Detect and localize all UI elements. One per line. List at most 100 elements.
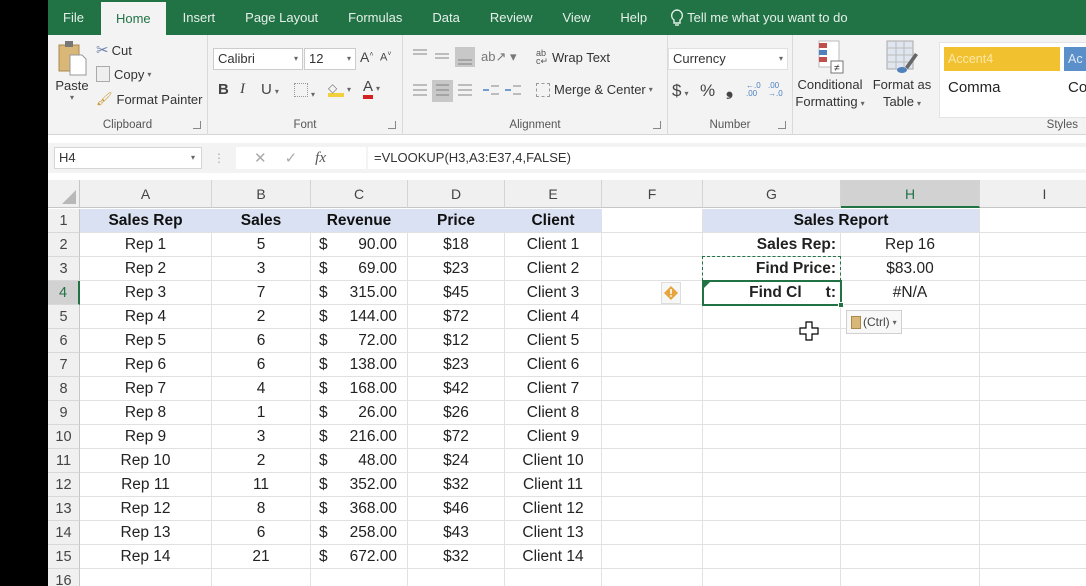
tell-me-search[interactable]: Tell me what you want to do xyxy=(662,0,848,35)
empty-cell[interactable] xyxy=(602,473,703,497)
empty-cell[interactable] xyxy=(703,329,841,353)
decrease-decimal-icon[interactable]: .00 →.0 xyxy=(768,82,783,98)
sales-rep-cell[interactable]: Rep 14 xyxy=(80,545,212,569)
empty-cell[interactable] xyxy=(841,425,980,449)
decrease-font-icon[interactable]: A˅ xyxy=(380,51,391,64)
row-header-5[interactable]: 5 xyxy=(48,305,80,329)
paste-options-button[interactable]: (Ctrl) ▾ xyxy=(846,310,902,334)
empty-cell[interactable] xyxy=(602,305,703,329)
row-header-11[interactable]: 11 xyxy=(48,449,80,473)
empty-cell[interactable] xyxy=(980,401,1086,425)
empty-cell[interactable] xyxy=(980,521,1086,545)
column-header-d[interactable]: D xyxy=(408,180,505,208)
sales-rep-cell[interactable]: Rep 8 xyxy=(80,401,212,425)
style-comma-next[interactable]: Co xyxy=(1068,79,1086,96)
empty-cell[interactable] xyxy=(980,473,1086,497)
increase-decimal-icon[interactable]: ←.0.00 xyxy=(746,82,761,98)
enter-icon[interactable]: ✓ xyxy=(285,149,298,167)
sales-cell[interactable]: 8 xyxy=(212,497,311,521)
sales-cell[interactable]: 3 xyxy=(212,425,311,449)
client-cell[interactable]: Client 1 xyxy=(505,233,602,257)
empty-cell[interactable] xyxy=(703,425,841,449)
row-header-6[interactable]: 6 xyxy=(48,329,80,353)
font-launcher-icon[interactable] xyxy=(388,121,396,129)
tab-help[interactable]: Help xyxy=(605,0,662,35)
empty-cell[interactable] xyxy=(841,377,980,401)
empty-cell[interactable] xyxy=(703,473,841,497)
empty-cell[interactable] xyxy=(841,497,980,521)
empty-cell[interactable] xyxy=(703,401,841,425)
column-header-a[interactable]: A xyxy=(80,180,212,208)
empty-cell[interactable] xyxy=(602,497,703,521)
sales-rep-cell[interactable]: Rep 5 xyxy=(80,329,212,353)
price-cell[interactable]: $43 xyxy=(408,521,505,545)
sales-cell[interactable]: 5 xyxy=(212,233,311,257)
price-cell[interactable]: $72 xyxy=(408,425,505,449)
empty-cell[interactable] xyxy=(703,377,841,401)
tab-review[interactable]: Review xyxy=(475,0,548,35)
sales-rep-cell[interactable]: Rep 13 xyxy=(80,521,212,545)
client-cell[interactable]: Client 2 xyxy=(505,257,602,281)
sales-cell[interactable]: 4 xyxy=(212,377,311,401)
cell-f1[interactable] xyxy=(602,209,703,233)
sales-cell[interactable]: 2 xyxy=(212,305,311,329)
fill-color-button[interactable]: ◇ ▾ xyxy=(328,80,351,97)
client-cell[interactable]: Client 5 xyxy=(505,329,602,353)
empty-cell[interactable] xyxy=(212,569,311,586)
formula-input[interactable]: =VLOOKUP(H3,A3:E37,4,FALSE) xyxy=(368,147,1086,169)
paste-dropdown-icon[interactable]: ▾ xyxy=(54,93,90,102)
table-header-cell[interactable]: Price xyxy=(408,209,505,233)
price-cell[interactable]: $23 xyxy=(408,353,505,377)
sales-cell[interactable]: 6 xyxy=(212,329,311,353)
tab-view[interactable]: View xyxy=(547,0,605,35)
font-name-combo[interactable]: Calibri ▾ xyxy=(213,48,303,70)
row-header-8[interactable]: 8 xyxy=(48,377,80,401)
empty-cell[interactable] xyxy=(841,521,980,545)
empty-cell[interactable] xyxy=(980,425,1086,449)
revenue-cell[interactable]: $672.00 xyxy=(311,545,408,569)
cell-i1[interactable] xyxy=(980,209,1086,233)
row-header-2[interactable]: 2 xyxy=(48,233,80,257)
client-cell[interactable]: Client 7 xyxy=(505,377,602,401)
client-cell[interactable]: Client 11 xyxy=(505,473,602,497)
empty-cell[interactable] xyxy=(980,377,1086,401)
row-header-12[interactable]: 12 xyxy=(48,473,80,497)
revenue-cell[interactable]: $352.00 xyxy=(311,473,408,497)
revenue-cell[interactable]: $26.00 xyxy=(311,401,408,425)
sales-rep-cell[interactable]: Rep 9 xyxy=(80,425,212,449)
empty-cell[interactable] xyxy=(841,569,980,586)
underline-button[interactable]: U ▾ xyxy=(261,81,279,98)
revenue-cell[interactable]: $48.00 xyxy=(311,449,408,473)
empty-cell[interactable] xyxy=(703,521,841,545)
empty-cell[interactable] xyxy=(602,449,703,473)
client-cell[interactable]: Client 12 xyxy=(505,497,602,521)
row-header-9[interactable]: 9 xyxy=(48,401,80,425)
style-accent4[interactable]: Accent4 xyxy=(944,47,1060,71)
format-painter-button[interactable]: 🖌 Format Painter xyxy=(96,91,203,107)
style-accent-next[interactable]: Ac xyxy=(1064,47,1086,71)
empty-cell[interactable] xyxy=(602,353,703,377)
empty-cell[interactable] xyxy=(980,449,1086,473)
revenue-cell[interactable]: $138.00 xyxy=(311,353,408,377)
empty-cell[interactable] xyxy=(602,377,703,401)
price-cell[interactable]: $12 xyxy=(408,329,505,353)
empty-cell[interactable] xyxy=(980,569,1086,586)
sales-cell[interactable]: 21 xyxy=(212,545,311,569)
horizontal-align-icons[interactable] xyxy=(411,79,541,103)
sales-cell[interactable]: 3 xyxy=(212,257,311,281)
tab-formulas[interactable]: Formulas xyxy=(333,0,417,35)
clipboard-launcher-icon[interactable] xyxy=(193,121,201,129)
empty-cell[interactable] xyxy=(602,233,703,257)
sales-cell[interactable]: 7 xyxy=(212,281,311,305)
report-title[interactable]: Sales Report xyxy=(703,209,980,233)
column-header-g[interactable]: G xyxy=(703,180,841,208)
conditional-formatting-button[interactable]: ≠ Conditional Formatting ▾ xyxy=(795,39,865,112)
fill-handle[interactable] xyxy=(838,302,844,308)
tab-insert[interactable]: Insert xyxy=(168,0,231,35)
increase-font-icon[interactable]: A˄ xyxy=(360,49,373,65)
column-header-b[interactable]: B xyxy=(212,180,311,208)
row-header-3[interactable]: 3 xyxy=(48,257,80,281)
paste-button[interactable]: Paste ▾ xyxy=(54,39,90,102)
empty-cell[interactable] xyxy=(703,569,841,586)
row-header-1[interactable]: 1 xyxy=(48,209,80,233)
